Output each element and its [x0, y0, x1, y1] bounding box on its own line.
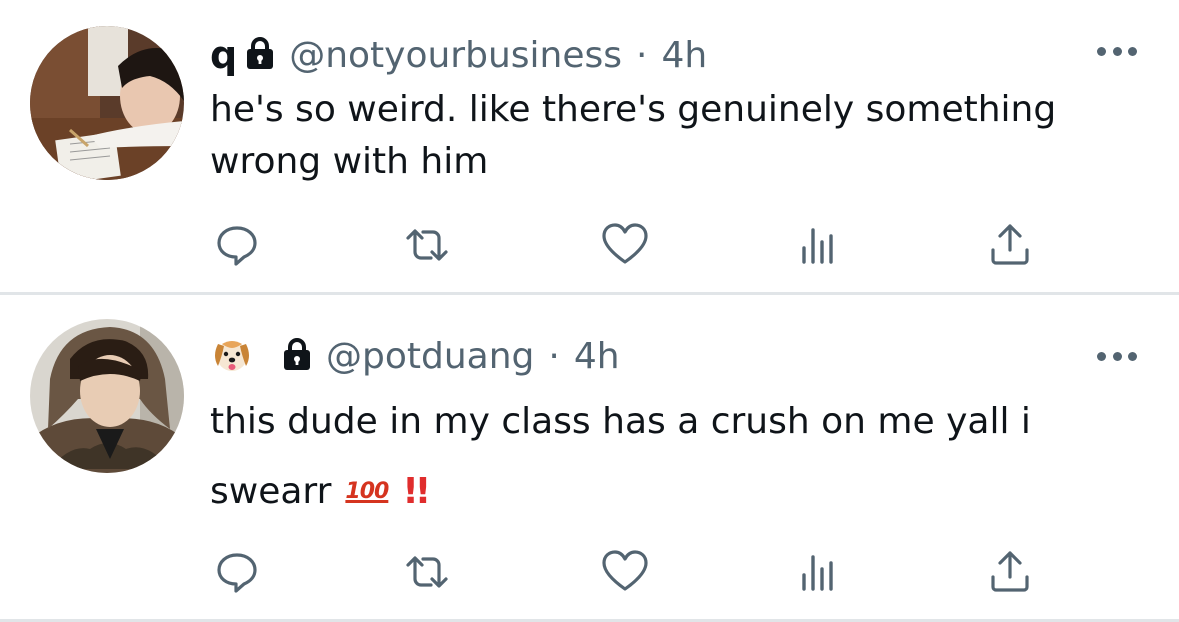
- tweet-actions: [0, 220, 1179, 270]
- share-icon[interactable]: [985, 220, 1035, 270]
- retweet-icon[interactable]: [402, 220, 452, 270]
- views-icon[interactable]: [793, 547, 843, 597]
- more-options-icon[interactable]: [1097, 44, 1137, 58]
- retweet-icon[interactable]: [402, 547, 452, 597]
- dog-face-emoji[interactable]: [210, 334, 254, 378]
- share-icon[interactable]: [985, 547, 1035, 597]
- avatar[interactable]: [30, 26, 184, 180]
- tweet-text-line: wrong with him: [210, 141, 489, 182]
- user-handle[interactable]: @notyourbusiness: [289, 35, 622, 76]
- hundred-points-emoji: 100: [345, 479, 389, 504]
- tweet-text-line: this dude in my class has a crush on me …: [210, 401, 1031, 442]
- timestamp[interactable]: 4h: [661, 35, 707, 76]
- display-name[interactable]: q: [210, 33, 237, 77]
- tweet-text-line-2: swearr 100 !!: [210, 457, 1150, 527]
- tweet[interactable]: @potduang · 4h this dude in my class has…: [0, 295, 1179, 619]
- timestamp[interactable]: 4h: [574, 336, 620, 377]
- reply-icon[interactable]: [212, 220, 262, 270]
- separator-dot: ·: [548, 335, 560, 377]
- tweet-header: q @notyourbusiness · 4h: [210, 30, 707, 80]
- tweet-actions: [0, 547, 1179, 597]
- avatar[interactable]: [30, 319, 184, 473]
- views-icon[interactable]: [793, 220, 843, 270]
- tweet-text: this dude in my class has a crush on me …: [210, 387, 1150, 527]
- lock-icon: [282, 338, 312, 374]
- tweet-header: @potduang · 4h: [210, 331, 620, 381]
- separator-dot: ·: [636, 34, 648, 76]
- like-icon[interactable]: [600, 220, 650, 270]
- reply-icon[interactable]: [212, 547, 262, 597]
- tweet-text-line: he's so weird. like there's genuinely so…: [210, 89, 1057, 130]
- user-handle[interactable]: @potduang: [326, 336, 534, 377]
- avatar-photo-hoodie: [30, 319, 184, 473]
- double-exclamation-emoji: !!: [402, 471, 431, 512]
- like-icon[interactable]: [600, 547, 650, 597]
- tweet-text: he's so weird. like there's genuinely so…: [210, 84, 1150, 188]
- lock-icon: [245, 37, 275, 73]
- tweet[interactable]: q @notyourbusiness · 4h he's so weird. l…: [0, 0, 1179, 292]
- more-options-icon[interactable]: [1097, 349, 1137, 363]
- avatar-photo-desk: [30, 26, 184, 180]
- tweet-text-word: swearr: [210, 471, 332, 512]
